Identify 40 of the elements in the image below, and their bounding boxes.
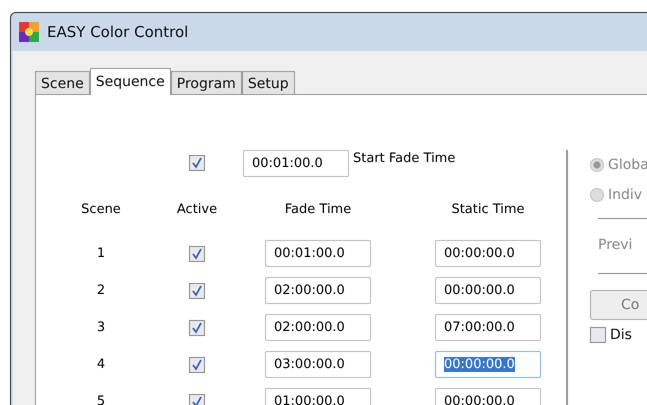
radio-button[interactable] bbox=[590, 158, 604, 172]
tab[interactable]: Sequence bbox=[90, 68, 171, 95]
static-time-field[interactable]: 00:00:00.0 bbox=[435, 388, 541, 405]
active-checkbox[interactable] bbox=[189, 246, 205, 262]
checkbox[interactable] bbox=[189, 155, 205, 171]
column-header: Static Time bbox=[451, 202, 525, 216]
scene-number: 4 bbox=[96, 357, 106, 372]
column-header: Active bbox=[176, 202, 218, 216]
start-fade-time-field[interactable]: 00:01:00.0 bbox=[243, 150, 349, 176]
scene-number: 3 bbox=[96, 320, 106, 335]
radio-label: Indiv bbox=[608, 187, 642, 203]
scene-number: 5 bbox=[96, 394, 106, 405]
tab[interactable]: Setup bbox=[242, 71, 295, 94]
fade-time-field[interactable]: 00:01:00.0 bbox=[265, 240, 371, 267]
side-button[interactable]: Co bbox=[590, 290, 647, 320]
column-header: Scene bbox=[81, 202, 121, 216]
static-time-field[interactable]: 07:00:00.0 bbox=[435, 314, 541, 341]
scene-number: 2 bbox=[96, 283, 106, 298]
checkbox[interactable] bbox=[590, 327, 606, 343]
fade-time-field[interactable]: 01:00:00.0 bbox=[265, 388, 371, 405]
fade-time-field[interactable]: 03:00:00.0 bbox=[265, 351, 371, 378]
fade-time-field[interactable]: 02:00:00.0 bbox=[265, 314, 371, 341]
static-time-field[interactable]: 00:00:00.0 bbox=[435, 351, 541, 378]
window-title: EASY Color Control bbox=[47, 23, 188, 41]
radio-button[interactable] bbox=[590, 188, 604, 202]
column-header: Fade Time bbox=[284, 202, 352, 216]
checkbox-label: Dis bbox=[610, 327, 632, 343]
active-checkbox[interactable] bbox=[189, 282, 205, 298]
active-checkbox[interactable] bbox=[189, 320, 205, 336]
start-fade-time-label: Start Fade Time bbox=[353, 150, 456, 166]
active-checkbox[interactable] bbox=[189, 394, 205, 405]
tab[interactable]: Program bbox=[170, 71, 242, 94]
preview-label: Previ bbox=[597, 236, 634, 255]
tab[interactable]: Scene bbox=[35, 71, 90, 94]
app-icon bbox=[19, 22, 39, 42]
static-time-field[interactable]: 00:00:00.0 bbox=[435, 240, 541, 267]
active-checkbox[interactable] bbox=[189, 356, 205, 372]
fade-time-field[interactable]: 02:00:00.0 bbox=[265, 277, 371, 304]
scene-number: 1 bbox=[96, 246, 106, 261]
static-time-field[interactable]: 00:00:00.0 bbox=[435, 277, 541, 304]
